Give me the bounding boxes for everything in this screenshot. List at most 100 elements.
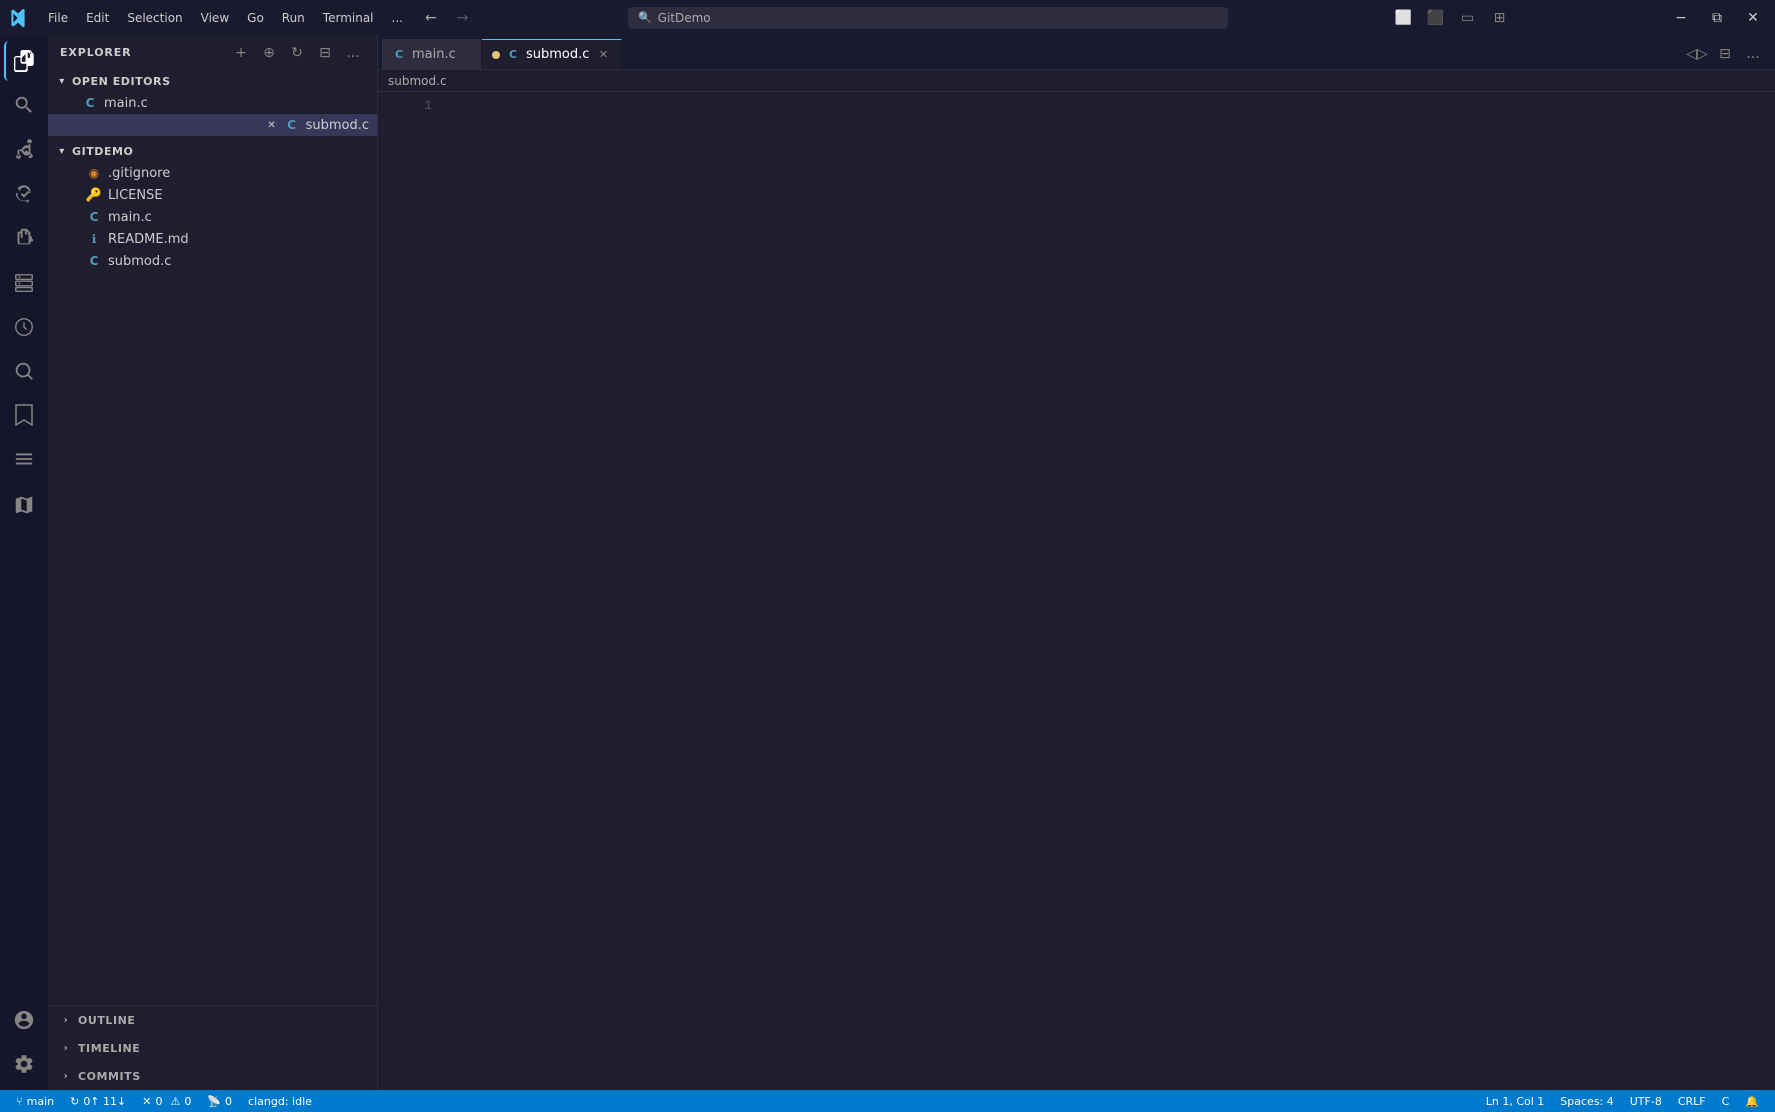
toggle-primary-sidebar-icon[interactable]: ⬜ [1389, 4, 1417, 32]
menu-go[interactable]: Go [239, 7, 272, 29]
menu-file[interactable]: File [40, 7, 76, 29]
activity-item-todo[interactable] [4, 439, 44, 479]
timeline-panel[interactable]: › TIMELINE [48, 1034, 377, 1062]
status-live-share[interactable]: 📡 0 [199, 1090, 240, 1112]
minimize-button[interactable]: − [1667, 4, 1695, 32]
activity-item-settings[interactable] [4, 1044, 44, 1084]
status-language[interactable]: C [1714, 1090, 1738, 1112]
toggle-panel-icon[interactable]: ⬛ [1421, 4, 1449, 32]
refresh-explorer-icon[interactable]: ↻ [285, 41, 309, 65]
collapse-all-icon[interactable]: ⊟ [313, 41, 337, 65]
outline-panel[interactable]: › OUTLINE [48, 1006, 377, 1034]
clangd-label: clangd: idle [248, 1095, 312, 1108]
spaces-label: Spaces: 4 [1560, 1095, 1613, 1108]
status-position[interactable]: Ln 1, Col 1 [1478, 1090, 1553, 1112]
activity-item-extensions-marketplace[interactable] [4, 485, 44, 525]
menu-view[interactable]: View [193, 7, 237, 29]
line-ending-label: CRLF [1678, 1095, 1706, 1108]
breadcrumb-filename: submod.c [388, 74, 447, 88]
status-branch[interactable]: ⑂ main [8, 1090, 62, 1112]
activity-item-extensions[interactable] [4, 217, 44, 257]
menu-terminal[interactable]: Terminal [315, 7, 382, 29]
more-actions-icon[interactable]: ... [341, 41, 365, 65]
menu-run[interactable]: Run [274, 7, 313, 29]
activity-item-timeline[interactable] [4, 307, 44, 347]
sync-count: 0↑ 11↓ [83, 1095, 126, 1108]
activity-item-source-control[interactable] [4, 129, 44, 169]
file-readme[interactable]: ℹ README.md [48, 228, 377, 250]
split-editor-button[interactable]: ⊟ [1713, 42, 1737, 66]
gitdemo-chevron: ▾ [54, 143, 70, 159]
activity-item-bookmarks[interactable] [4, 395, 44, 435]
nav-back-button[interactable]: ← [419, 6, 443, 30]
readme-label: README.md [108, 232, 189, 247]
tab-submod-c-label: submod.c [526, 47, 589, 62]
window-controls: − ⧉ ✕ [1667, 4, 1767, 32]
vscode-logo [8, 8, 28, 28]
branch-icon: ⑂ [16, 1095, 23, 1108]
activity-item-accounts[interactable] [4, 1000, 44, 1040]
status-line-ending[interactable]: CRLF [1670, 1090, 1714, 1112]
status-sync[interactable]: ↻ 0↑ 11↓ [62, 1090, 134, 1112]
status-errors[interactable]: ✕ 0 ⚠ 0 [134, 1090, 199, 1112]
close-button[interactable]: ✕ [1739, 4, 1767, 32]
gitignore-icon: ◉ [86, 165, 102, 181]
activity-item-search[interactable] [4, 85, 44, 125]
customize-layout-icon[interactable]: ⊞ [1485, 4, 1513, 32]
submod-c-tree-icon: C [86, 253, 102, 269]
open-editor-submod-c[interactable]: ✕ C submod.c [48, 114, 377, 136]
tab-main-c[interactable]: C main.c [382, 39, 482, 69]
warning-icon: ⚠ [170, 1095, 180, 1108]
sidebar-bottom-panels: › OUTLINE › TIMELINE › COMMITS [48, 1005, 377, 1090]
status-clangd[interactable]: clangd: idle [240, 1090, 320, 1112]
commits-panel[interactable]: › COMMITS [48, 1062, 377, 1090]
status-notifications[interactable]: 🔔 [1737, 1090, 1767, 1112]
gitdemo-section[interactable]: ▾ GITDEMO [48, 140, 377, 162]
menu-edit[interactable]: Edit [78, 7, 117, 29]
license-icon: 🔑 [86, 187, 102, 203]
new-folder-icon[interactable]: ⊕ [257, 41, 281, 65]
open-editor-main-c[interactable]: C main.c [48, 92, 377, 114]
file-license[interactable]: 🔑 LICENSE [48, 184, 377, 206]
live-share-count: 0 [225, 1095, 232, 1108]
status-spaces[interactable]: Spaces: 4 [1552, 1090, 1621, 1112]
timeline-label: TIMELINE [78, 1042, 140, 1055]
activity-item-run-debug[interactable] [4, 173, 44, 213]
menu-more[interactable]: ... [384, 7, 411, 29]
file-gitignore[interactable]: ◉ .gitignore [48, 162, 377, 184]
file-submod-c[interactable]: C submod.c [48, 250, 377, 272]
sync-icon: ↻ [70, 1095, 79, 1108]
layout-controls: ⬜ ⬛ ▭ ⊞ [1389, 4, 1513, 32]
open-editors-button[interactable]: ◁▷ [1685, 42, 1709, 66]
status-encoding[interactable]: UTF-8 [1622, 1090, 1670, 1112]
tab-bar-actions: ◁▷ ⊟ ... [1679, 39, 1771, 69]
open-editors-section[interactable]: ▾ OPEN EDITORS [48, 70, 377, 92]
submod-c-open-label: submod.c [306, 118, 369, 133]
activity-item-search-editor[interactable] [4, 351, 44, 391]
close-submod-icon[interactable]: ✕ [264, 117, 280, 133]
live-share-icon: 📡 [207, 1095, 221, 1108]
editor-line-1: 1 [378, 96, 1775, 115]
new-file-icon[interactable]: + [229, 41, 253, 65]
tab-main-c-icon: C [392, 47, 406, 61]
tab-submod-close-button[interactable]: ✕ [595, 47, 611, 63]
branch-name: main [27, 1095, 54, 1108]
activity-item-explorer[interactable] [4, 41, 44, 81]
tab-submod-c[interactable]: C submod.c ✕ [482, 39, 622, 69]
file-main-c[interactable]: C main.c [48, 206, 377, 228]
toggle-secondary-sidebar-icon[interactable]: ▭ [1453, 4, 1481, 32]
license-label: LICENSE [108, 188, 163, 203]
more-tab-actions-button[interactable]: ... [1741, 42, 1765, 66]
activity-item-remote-explorer[interactable] [4, 263, 44, 303]
dot-modified [492, 51, 500, 59]
command-palette[interactable]: 🔍 GitDemo [628, 7, 1228, 29]
editor-content[interactable]: 1 [378, 92, 1775, 1090]
submod-c-tree-label: submod.c [108, 254, 171, 269]
tab-main-c-label: main.c [412, 47, 456, 62]
menu-selection[interactable]: Selection [119, 7, 190, 29]
restore-button[interactable]: ⧉ [1703, 4, 1731, 32]
warning-count: 0 [184, 1095, 191, 1108]
search-icon: 🔍 [638, 11, 652, 24]
nav-forward-button[interactable]: → [451, 6, 475, 30]
activity-bar [0, 35, 48, 1090]
